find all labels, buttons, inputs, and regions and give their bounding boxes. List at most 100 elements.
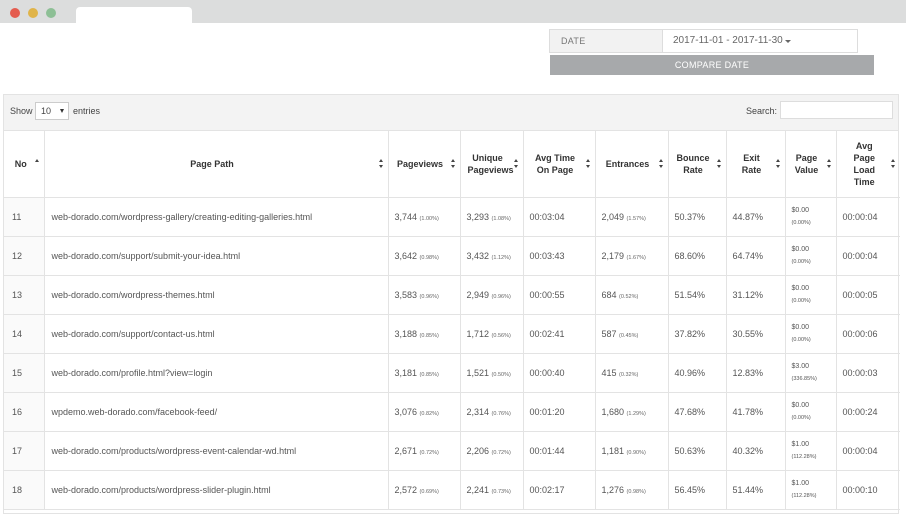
chevron-down-icon[interactable] xyxy=(785,40,791,43)
browser-tab[interactable] xyxy=(76,7,192,23)
page-path[interactable]: web-dorado.com/products/wordpress-event-… xyxy=(52,446,297,456)
page-path[interactable]: web-dorado.com/support/contact-us.html xyxy=(52,329,215,339)
unique-pageviews-percent: (1.12%) xyxy=(491,254,511,261)
entries-value: 10 xyxy=(41,106,52,116)
table-row[interactable]: 14 web-dorado.com/support/contact-us.html… xyxy=(4,314,900,354)
avg-time-value: 00:03:43 xyxy=(529,250,565,261)
page-path[interactable]: web-dorado.com/products/wordpress-slider… xyxy=(52,485,271,495)
sort-icon xyxy=(775,158,781,169)
date-range-value[interactable]: 2017-11-01 - 2017-11-30 xyxy=(673,30,783,52)
entrances-percent: (1.67%) xyxy=(626,254,646,261)
pageviews-percent: (0.72%) xyxy=(419,449,439,456)
row-number-cell: 18 xyxy=(4,470,45,510)
col-exit-rate-header[interactable]: Exit Rate xyxy=(726,131,786,198)
search-label: Search: xyxy=(746,106,778,116)
page-path[interactable]: web-dorado.com/support/submit-your-idea.… xyxy=(52,251,241,261)
table-row[interactable]: 15 web-dorado.com/profile.html?view=login… xyxy=(4,353,900,393)
bounce-rate-value: 37.82% xyxy=(674,328,706,339)
page-path[interactable]: web-dorado.com/wordpress-gallery/creatin… xyxy=(52,212,313,222)
table-row[interactable]: 12 web-dorado.com/support/submit-your-ide… xyxy=(4,236,900,276)
unique-pageviews-cell: 2,241 (0.73%) xyxy=(460,470,524,510)
table-row[interactable]: 11 web-dorado.com/wordpress-gallery/creat… xyxy=(4,197,900,237)
col-entrances-header[interactable]: Entrances xyxy=(595,131,669,198)
page-path[interactable]: web-dorado.com/wordpress-themes.html xyxy=(52,290,215,300)
pageviews-cell: 2,671 (0.72%) xyxy=(388,431,461,471)
table-row[interactable]: 13 web-dorado.com/wordpress-themes.html 3,… xyxy=(4,275,900,315)
page-value-cell: $1.00 (112.28%) xyxy=(785,470,837,510)
compare-date-button[interactable]: COMPARE DATE xyxy=(550,55,874,75)
date-range-picker[interactable]: DATE 2017-11-01 - 2017-11-30 xyxy=(549,29,858,53)
page-path[interactable]: wpdemo.web-dorado.com/facebook-feed/ xyxy=(52,407,218,417)
col-page-path-header[interactable]: Page Path xyxy=(44,131,389,198)
col-page-value-header[interactable]: Page Value xyxy=(785,131,837,198)
entries-select[interactable]: 10 xyxy=(35,102,69,120)
row-number-cell: 13 xyxy=(4,275,45,315)
exit-rate-cell: 51.44% xyxy=(726,470,786,510)
table-row[interactable]: 16 wpdemo.web-dorado.com/facebook-feed/3,… xyxy=(4,392,900,432)
dropdown-caret-icon xyxy=(60,109,64,113)
row-number: 13 xyxy=(12,289,23,300)
page-path-cell: web-dorado.com/products/wordpress-event-… xyxy=(44,431,389,471)
exit-rate-value: 44.87% xyxy=(732,211,764,222)
entrances-value: 2,049 xyxy=(601,211,625,222)
bounce-rate-cell: 50.63% xyxy=(668,431,727,471)
search-input[interactable] xyxy=(780,101,893,119)
column-label: Bounce Rate xyxy=(676,152,710,175)
avg-load-time-value: 00:00:04 xyxy=(842,445,878,456)
bounce-rate-value: 47.68% xyxy=(674,406,706,417)
page-path-cell: web-dorado.com/products/wordpress-slider… xyxy=(44,470,389,510)
page-path-cell: wpdemo.web-dorado.com/facebook-feed/ xyxy=(44,392,389,432)
entrances-cell: 1,276 (0.98%) xyxy=(595,470,669,510)
bounce-rate-cell: 56.45% xyxy=(668,470,727,510)
col-avg-time-header[interactable]: Avg Time On Page xyxy=(523,131,596,198)
avg-load-time-cell: 00:00:03 xyxy=(836,353,900,393)
table-row[interactable]: 17 web-dorado.com/products/wordpress-even… xyxy=(4,431,900,471)
row-number: 16 xyxy=(12,406,23,417)
unique-pageviews-percent: (0.72%) xyxy=(491,449,511,456)
col-unique-pageviews-header[interactable]: Unique Pageviews xyxy=(460,131,524,198)
avg-time-cell: 00:00:40 xyxy=(523,353,596,393)
column-label: Exit Rate xyxy=(741,152,762,175)
page-value: $1.00 xyxy=(791,479,810,487)
bounce-rate-cell: 68.60% xyxy=(668,236,727,276)
page-value-percent: (0.00%) xyxy=(791,219,811,226)
unique-pageviews-value: 1,521 xyxy=(466,367,490,378)
table-row[interactable]: 18 web-dorado.com/products/wordpress-slid… xyxy=(4,470,900,510)
bounce-rate-cell: 47.68% xyxy=(668,392,727,432)
exit-rate-cell: 30.55% xyxy=(726,314,786,354)
pageviews-cell: 3,744 (1.00%) xyxy=(388,197,461,237)
unique-pageviews-percent: (0.50%) xyxy=(491,371,511,378)
row-number-cell: 12 xyxy=(4,236,45,276)
browser-chrome xyxy=(0,0,906,23)
row-number: 11 xyxy=(12,211,22,222)
unique-pageviews-percent: (1.08%) xyxy=(491,215,511,222)
page-value-percent: (0.00%) xyxy=(791,297,811,304)
maximize-window-icon[interactable] xyxy=(46,8,56,18)
entrances-percent: (0.90%) xyxy=(626,449,646,456)
avg-load-time-cell: 00:00:04 xyxy=(836,431,900,471)
col-avg-load-time-header[interactable]: Avg Page Load Time xyxy=(836,131,900,198)
page-value: $0.00 xyxy=(791,323,810,331)
exit-rate-value: 30.55% xyxy=(732,328,764,339)
page-value-cell: $0.00 (0.00%) xyxy=(785,236,837,276)
pageviews-cell: 2,572 (0.69%) xyxy=(388,470,461,510)
page-path[interactable]: web-dorado.com/profile.html?view=login xyxy=(52,368,213,378)
col-pageviews-header[interactable]: Pageviews xyxy=(388,131,461,198)
entrances-percent: (0.45%) xyxy=(619,332,639,339)
exit-rate-cell: 64.74% xyxy=(726,236,786,276)
entrances-cell: 415 (0.32%) xyxy=(595,353,669,393)
column-label: Page Path xyxy=(190,158,234,169)
data-table-wrapper: Show 10 entries Search: No Page Path Pagev… xyxy=(3,94,900,514)
unique-pageviews-value: 2,241 xyxy=(466,484,490,495)
col-no-header[interactable]: No xyxy=(4,131,45,198)
entrances-percent: (1.29%) xyxy=(626,410,646,417)
row-number: 12 xyxy=(12,250,23,261)
minimize-window-icon[interactable] xyxy=(28,8,38,18)
avg-load-time-value: 00:00:06 xyxy=(842,328,878,339)
avg-load-time-value: 00:00:05 xyxy=(842,289,878,300)
close-window-icon[interactable] xyxy=(10,8,20,18)
table-header-row: No Page Path Pageviews Unique Pageviews Avg … xyxy=(4,131,900,198)
entrances-cell: 587 (0.45%) xyxy=(595,314,669,354)
col-bounce-rate-header[interactable]: Bounce Rate xyxy=(668,131,727,198)
entrances-percent: (0.32%) xyxy=(619,371,639,378)
